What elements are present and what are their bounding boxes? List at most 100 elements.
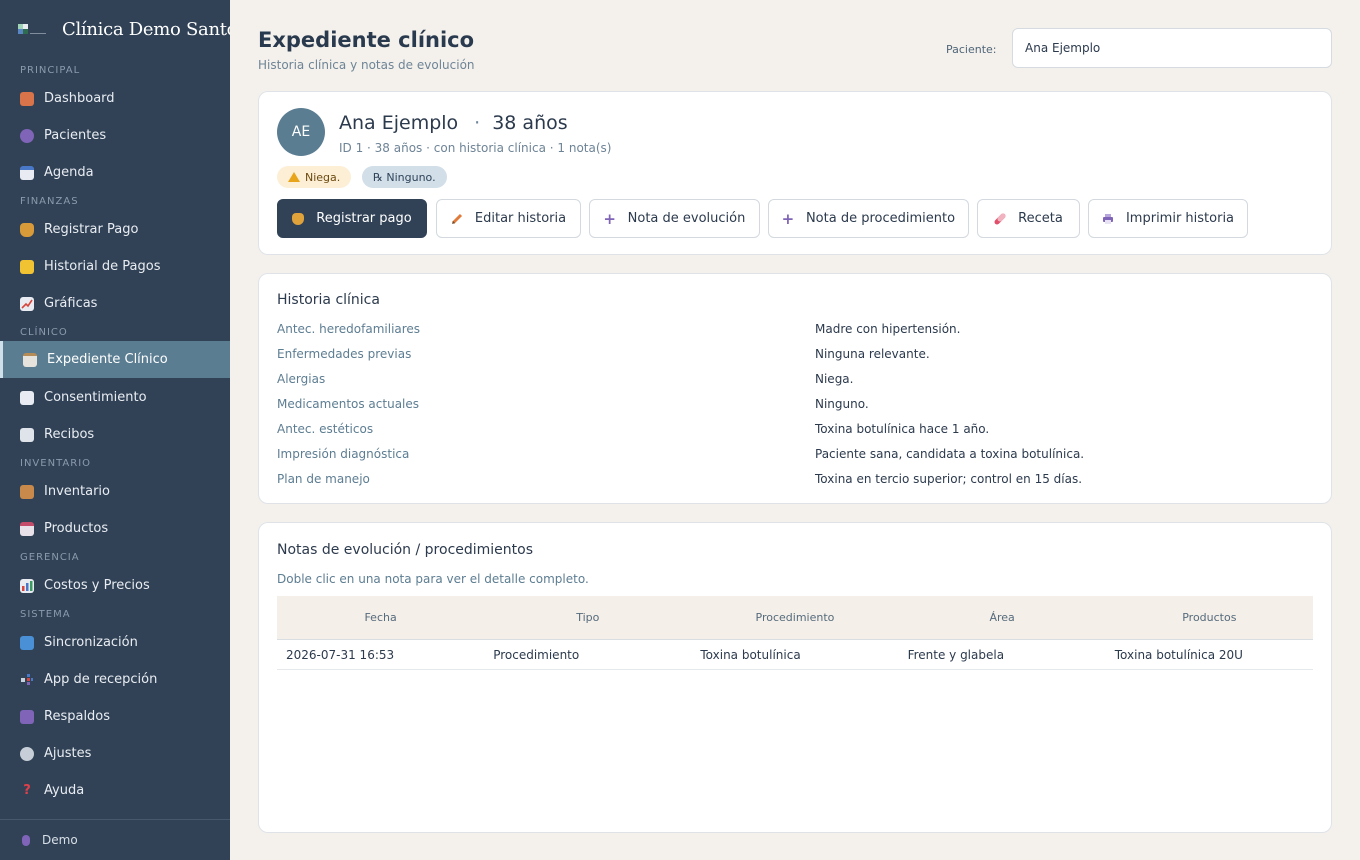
column-header-tipo[interactable]: Tipo xyxy=(484,596,691,639)
sidebar-item-label: Sincronización xyxy=(44,635,138,650)
sidebar-item-dashboard[interactable]: Dashboard xyxy=(0,80,230,117)
brand: Clínica Demo Santo xyxy=(0,0,230,62)
avatar: AE xyxy=(277,108,325,156)
button-label: Registrar pago xyxy=(316,211,412,226)
clinic-logo-icon xyxy=(18,24,46,34)
historia-row: Antec. estéticos Toxina botulínica hace … xyxy=(277,422,1317,442)
clipboard-icon xyxy=(23,352,37,367)
medication-badge-text: ℞ Ninguno. xyxy=(373,170,436,184)
sidebar-item-label: Ajustes xyxy=(44,746,92,761)
sidebar-item-app-recepcion[interactable]: App de recepción xyxy=(0,661,230,698)
column-header-procedimiento[interactable]: Procedimiento xyxy=(691,596,898,639)
bottle-icon xyxy=(20,521,34,536)
column-header-area[interactable]: Área xyxy=(899,596,1106,639)
sidebar-item-graficas[interactable]: Gráficas xyxy=(0,285,230,322)
plus-icon: + xyxy=(603,209,616,228)
historia-value: Paciente sana, candidata a toxina botulí… xyxy=(815,447,1085,461)
patient-meta: ID 1 · 38 años · con historia clínica · … xyxy=(339,141,612,155)
section-gerencia: GERENCIA xyxy=(20,552,80,563)
nota-evolucion-button[interactable]: + Nota de evolución xyxy=(589,199,760,238)
box-icon xyxy=(20,484,34,499)
notas-card: Notas de evolución / procedimientos Dobl… xyxy=(258,522,1332,833)
sidebar-item-label: App de recepción xyxy=(44,672,158,687)
sidebar-item-label: Expediente Clínico xyxy=(47,352,168,367)
sidebar-item-sincronizacion[interactable]: Sincronización xyxy=(0,624,230,661)
sidebar-item-expediente[interactable]: Expediente Clínico xyxy=(0,341,230,378)
sidebar-item-productos[interactable]: Productos xyxy=(0,510,230,547)
bar-chart-icon xyxy=(20,578,34,593)
cell-fecha: 2026-07-31 16:53 xyxy=(286,647,395,662)
button-label: Receta xyxy=(1018,211,1063,226)
page-subtitle: Historia clínica y notas de evolución xyxy=(258,58,475,72)
sidebar-item-costos[interactable]: Costos y Precios xyxy=(0,567,230,604)
historia-row: Impresión diagnóstica Paciente sana, can… xyxy=(277,447,1317,467)
sidebar-item-recibos[interactable]: Recibos xyxy=(0,416,230,453)
allergy-badge-text: Niega. xyxy=(305,170,341,184)
money-bag-icon xyxy=(292,212,305,225)
section-clinico: CLÍNICO xyxy=(20,327,68,338)
patient-heading: Ana Ejemplo · 38 años xyxy=(339,112,568,134)
column-header-productos[interactable]: Productos xyxy=(1106,596,1313,639)
sidebar-item-label: Historial de Pagos xyxy=(44,259,161,274)
sidebar-item-label: Respaldos xyxy=(44,709,111,724)
name-separator: · xyxy=(474,112,481,134)
section-sistema: SISTEMA xyxy=(20,609,71,620)
receipt-icon xyxy=(20,427,34,442)
patient-search-input[interactable] xyxy=(1012,28,1332,68)
cell-tipo: Procedimiento xyxy=(493,647,580,662)
money-bag-icon xyxy=(20,222,34,237)
sync-icon xyxy=(20,635,34,650)
notas-hint: Doble clic en una nota para ver el detal… xyxy=(277,572,589,586)
nota-procedimiento-button[interactable]: + Nota de procedimiento xyxy=(768,199,969,238)
sidebar-item-inventario[interactable]: Inventario xyxy=(0,473,230,510)
sidebar-item-ajustes[interactable]: Ajustes xyxy=(0,735,230,772)
sidebar: Clínica Demo Santo PRINCIPAL Dashboard P… xyxy=(0,0,230,860)
receta-button[interactable]: Receta xyxy=(977,199,1080,238)
device-icon xyxy=(20,673,34,687)
column-header-fecha[interactable]: Fecha xyxy=(277,596,484,639)
section-inventario: INVENTARIO xyxy=(20,458,92,469)
historia-value: Toxina botulínica hace 1 año. xyxy=(815,422,990,436)
historia-label: Medicamentos actuales xyxy=(277,397,420,411)
historia-label: Antec. heredofamiliares xyxy=(277,322,421,336)
historia-value: Niega. xyxy=(815,372,854,386)
gear-icon xyxy=(20,746,34,761)
imprimir-historia-button[interactable]: Imprimir historia xyxy=(1088,199,1248,238)
editar-historia-button[interactable]: Editar historia xyxy=(436,199,581,238)
sidebar-item-label: Gráficas xyxy=(44,296,98,311)
sidebar-item-label: Agenda xyxy=(44,165,94,180)
house-icon xyxy=(20,91,34,106)
registrar-pago-button[interactable]: Registrar pago xyxy=(277,199,427,238)
sidebar-item-agenda[interactable]: Agenda xyxy=(0,154,230,191)
historia-value: Toxina en tercio superior; control en 15… xyxy=(815,472,1083,486)
notepad-icon xyxy=(20,259,34,274)
brand-name: Clínica Demo Santo xyxy=(62,19,230,40)
sidebar-item-registrar-pago[interactable]: Registrar Pago xyxy=(0,211,230,248)
historia-row: Enfermedades previas Ninguna relevante. xyxy=(277,347,1317,367)
sidebar-item-respaldos[interactable]: Respaldos xyxy=(0,698,230,735)
sidebar-item-label: Registrar Pago xyxy=(44,222,139,237)
device-grid-icon xyxy=(21,673,33,685)
table-row[interactable]: 2026-07-31 16:53 Procedimiento Toxina bo… xyxy=(277,640,1313,670)
historia-title: Historia clínica xyxy=(277,292,380,308)
bar-chart-bars-icon xyxy=(22,580,33,591)
notas-table: Fecha Tipo Procedimiento Área Productos … xyxy=(277,596,1313,670)
button-label: Nota de procedimiento xyxy=(805,211,956,226)
pencil-icon xyxy=(451,213,462,224)
user-icon xyxy=(22,834,30,846)
patient-label: Paciente: xyxy=(946,43,997,56)
sidebar-item-consentimiento[interactable]: Consentimiento xyxy=(0,379,230,416)
sidebar-item-historial-pagos[interactable]: Historial de Pagos xyxy=(0,248,230,285)
historia-row: Plan de manejo Toxina en tercio superior… xyxy=(277,472,1317,492)
patient-card: AE Ana Ejemplo · 38 años ID 1 · 38 años · … xyxy=(258,91,1332,255)
sidebar-item-pacientes[interactable]: Pacientes xyxy=(0,117,230,154)
cell-productos: Toxina botulínica 20U xyxy=(1114,647,1243,662)
button-label: Imprimir historia xyxy=(1125,211,1235,226)
sidebar-item-label: Recibos xyxy=(44,427,95,442)
sidebar-item-label: Costos y Precios xyxy=(44,578,150,593)
user-footer[interactable]: Demo xyxy=(0,819,230,860)
sidebar-item-ayuda[interactable]: ? Ayuda xyxy=(0,772,230,809)
table-header: Fecha Tipo Procedimiento Área Productos xyxy=(277,596,1313,640)
historia-row: Antec. heredofamiliares Madre con hipert… xyxy=(277,322,1317,342)
allergy-badge: Niega. xyxy=(277,166,352,188)
